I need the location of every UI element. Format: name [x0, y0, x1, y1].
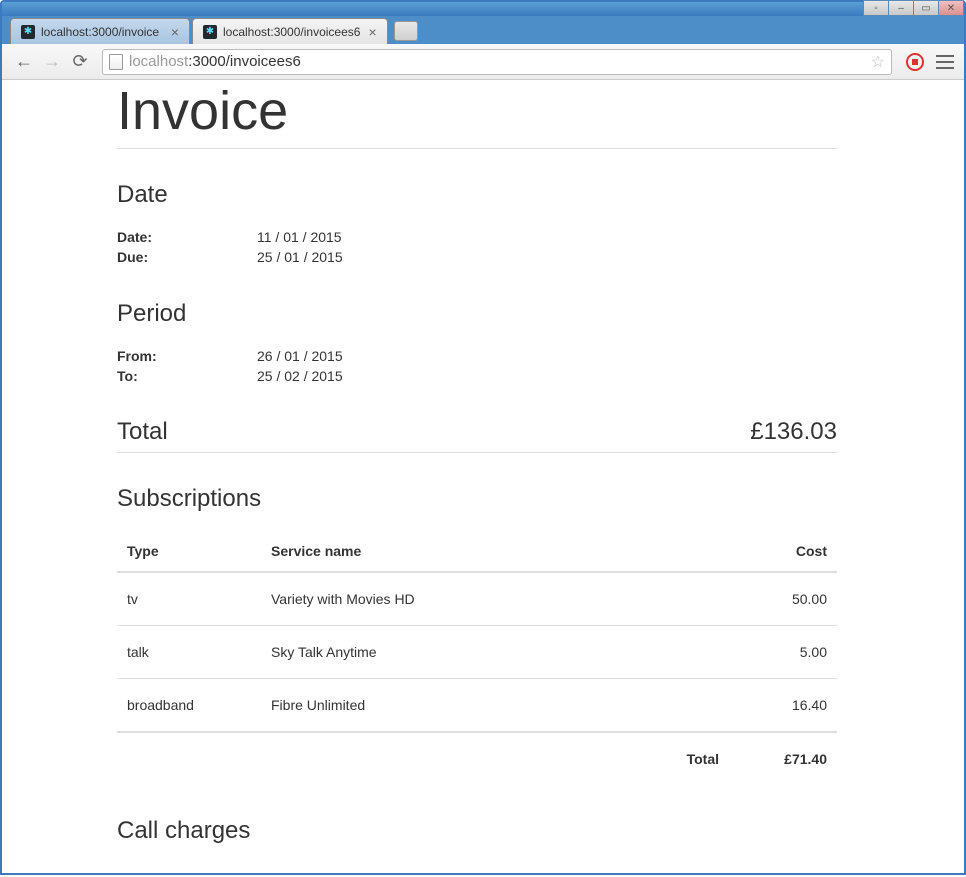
table-row: talk Sky Talk Anytime 5.00 [117, 626, 837, 679]
back-button[interactable]: ← [10, 48, 38, 76]
sub-type: talk [117, 626, 261, 679]
titlebar: ◦ – ▭ ✕ [2, 2, 964, 16]
calls-table: Number Duration Cost 07716393769 00:23:0… [117, 863, 837, 873]
total-label: Total [117, 418, 168, 446]
react-favicon-icon [203, 25, 217, 39]
menu-button[interactable] [934, 53, 956, 71]
forward-button[interactable]: → [38, 48, 66, 76]
tab-label: localhost:3000/invoicees6 [223, 25, 360, 39]
sub-service: Variety with Movies HD [261, 572, 729, 626]
minimize-button[interactable]: – [888, 0, 914, 16]
close-window-button[interactable]: ✕ [938, 0, 964, 16]
period-heading: Period [117, 300, 837, 328]
col-number: Number [117, 863, 347, 873]
adblock-icon[interactable] [906, 53, 924, 71]
page-viewport[interactable]: Invoice Date Date: 11 / 01 / 2015 Due: 2… [2, 80, 964, 873]
col-cost: Cost [729, 531, 837, 572]
close-tab-icon[interactable]: × [171, 24, 179, 40]
sub-cost: 5.00 [729, 626, 837, 679]
sub-type: broadband [117, 679, 261, 733]
bookmark-star-icon[interactable]: ☆ [871, 52, 885, 72]
sub-total-value: £71.40 [729, 732, 837, 785]
user-button[interactable]: ◦ [863, 0, 889, 16]
page-content: Invoice Date Date: 11 / 01 / 2015 Due: 2… [117, 80, 837, 873]
sub-type: tv [117, 572, 261, 626]
subscriptions-heading: Subscriptions [117, 485, 837, 513]
due-value: 25 / 01 / 2015 [257, 247, 343, 267]
tab-invoice[interactable]: localhost:3000/invoice × [10, 18, 190, 44]
tab-strip: localhost:3000/invoice × localhost:3000/… [2, 16, 964, 44]
maximize-button[interactable]: ▭ [913, 0, 939, 16]
table-row: broadband Fibre Unlimited 16.40 [117, 679, 837, 733]
col-service: Service name [261, 531, 729, 572]
sub-total-label: Total [261, 732, 729, 785]
url-input[interactable]: localhost:3000/invoicees6 ☆ [102, 49, 892, 75]
date-value: 11 / 01 / 2015 [257, 227, 342, 247]
from-label: From: [117, 346, 257, 366]
sub-cost: 16.40 [729, 679, 837, 733]
col-duration: Duration [347, 863, 729, 873]
table-row: tv Variety with Movies HD 50.00 [117, 572, 837, 626]
to-label: To: [117, 366, 257, 386]
page-title: Invoice [117, 80, 837, 149]
total-value: £136.03 [750, 418, 837, 446]
col-type: Type [117, 531, 261, 572]
url-path: :3000/invoicees6 [188, 53, 301, 70]
toolbar: ← → ⟳ localhost:3000/invoicees6 ☆ [2, 44, 964, 80]
tab-invoicees6[interactable]: localhost:3000/invoicees6 × [192, 18, 388, 44]
sub-service: Fibre Unlimited [261, 679, 729, 733]
new-tab-button[interactable] [394, 21, 418, 41]
close-tab-icon[interactable]: × [368, 24, 376, 40]
browser-window: ◦ – ▭ ✕ localhost:3000/invoice × localho… [0, 0, 966, 875]
from-value: 26 / 01 / 2015 [257, 346, 343, 366]
to-value: 25 / 02 / 2015 [257, 366, 343, 386]
due-label: Due: [117, 247, 257, 267]
date-heading: Date [117, 181, 837, 209]
react-favicon-icon [21, 25, 35, 39]
calls-heading: Call charges [117, 817, 837, 845]
reload-button[interactable]: ⟳ [66, 48, 94, 76]
sub-cost: 50.00 [729, 572, 837, 626]
grand-total-row: Total £136.03 [117, 418, 837, 453]
date-label: Date: [117, 227, 257, 247]
page-icon [109, 54, 123, 70]
url-host: localhost [129, 53, 188, 70]
subscriptions-table: Type Service name Cost tv Variety with M… [117, 531, 837, 785]
tab-label: localhost:3000/invoice [41, 25, 163, 39]
sub-service: Sky Talk Anytime [261, 626, 729, 679]
col-cost: Cost [729, 863, 837, 873]
